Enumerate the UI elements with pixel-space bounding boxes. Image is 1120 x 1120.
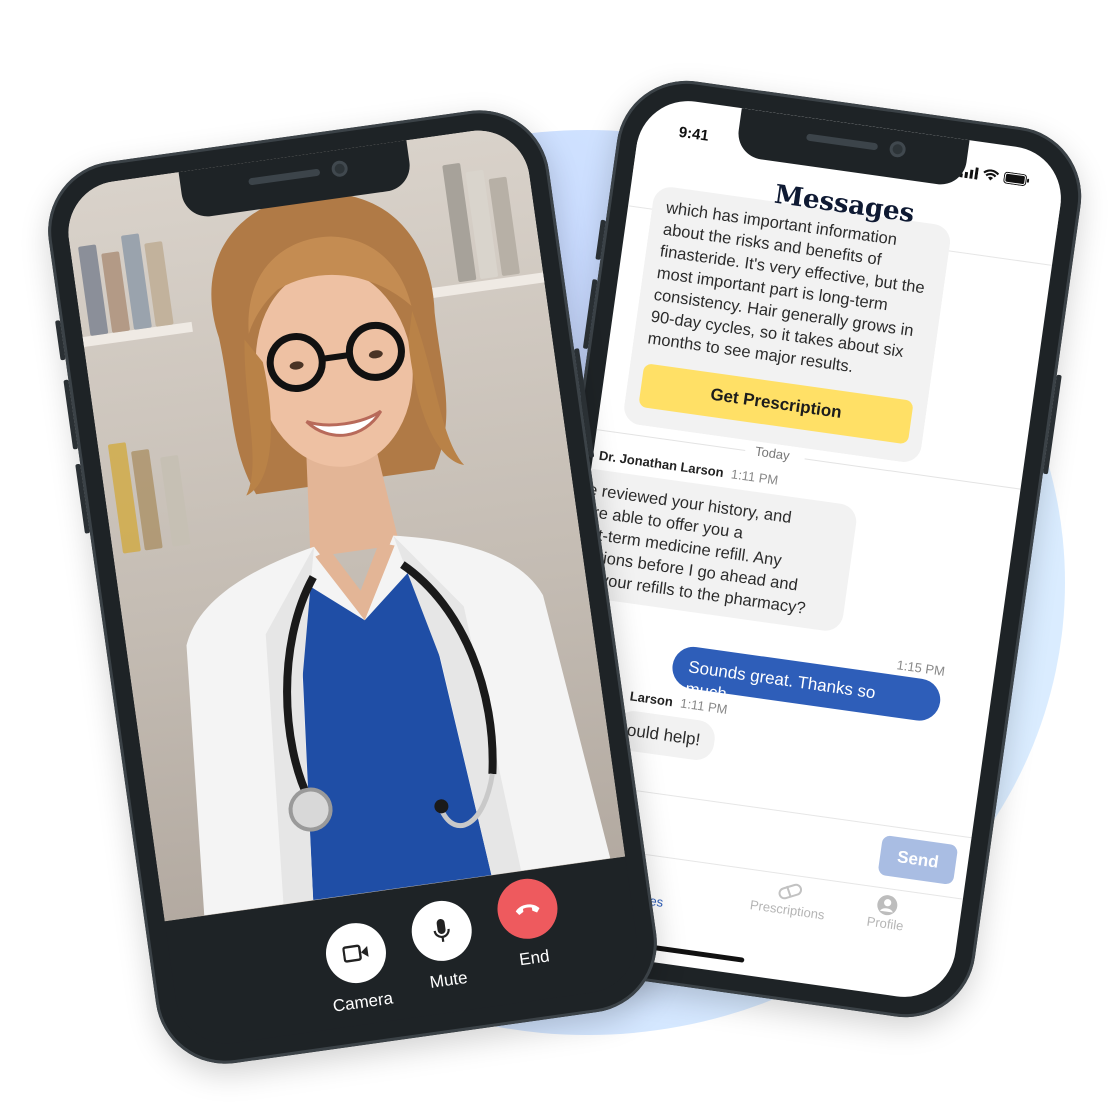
- profile-icon: [877, 895, 898, 916]
- end-call-button[interactable]: [493, 874, 562, 943]
- end-call-control: End: [479, 872, 581, 974]
- video-camera-icon: [342, 944, 369, 963]
- camera-label: Camera: [331, 987, 395, 1016]
- day-divider-label: Today: [754, 443, 791, 464]
- doctor-video-feed: [61, 123, 626, 921]
- mute-button[interactable]: [407, 896, 476, 965]
- mute-control: Mute: [393, 894, 495, 996]
- microphone-icon: [433, 918, 450, 942]
- camera-button[interactable]: [322, 918, 390, 987]
- mute-label: Mute: [428, 967, 469, 992]
- wifi-icon: [983, 169, 1000, 181]
- phone-hangup-icon: [515, 903, 540, 915]
- video-call-screen: Camera Mute End: [61, 123, 644, 1051]
- message-time: 1:11 PM: [730, 466, 780, 488]
- tab-profile[interactable]: Profile: [866, 892, 908, 934]
- doctor-portrait: [186, 193, 611, 916]
- tab-label: Profile: [865, 913, 905, 934]
- end-label: End: [518, 945, 551, 969]
- tab-prescriptions[interactable]: Prescriptions: [749, 875, 829, 922]
- status-time: 9:41: [677, 123, 710, 145]
- camera-control: Camera: [307, 917, 409, 1019]
- sender-name: Larson: [628, 688, 674, 710]
- send-button[interactable]: Send: [877, 834, 959, 886]
- battery-icon: [1003, 171, 1030, 186]
